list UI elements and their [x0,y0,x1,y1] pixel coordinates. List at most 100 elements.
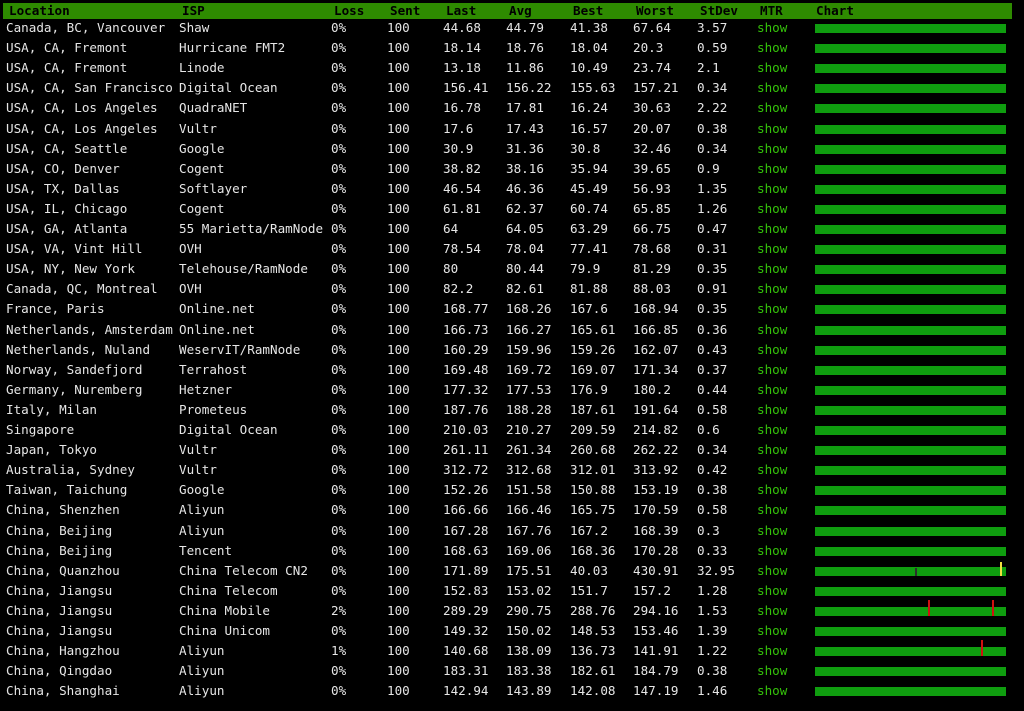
location-cell: China, Hangzhou [6,643,120,659]
loss-cell: 0% [331,422,347,437]
last-cell: 18.14 [443,40,481,56]
best-cell: 151.7 [570,582,608,598]
mtr-show-link[interactable]: show [757,98,787,118]
location-cell: Netherlands, Nuland [6,341,151,357]
mtr-show-link[interactable]: show [757,380,787,400]
isp-cell: Cogent [179,200,225,216]
mtr-show-link[interactable]: show [757,641,787,661]
mtr-show-link[interactable]: show [757,661,787,681]
latency-chart-bar [815,586,1006,596]
loss-cell: 0% [331,100,347,116]
mtr-show-link[interactable]: show [757,139,787,159]
mtr-show-link[interactable]: show [757,159,787,179]
latency-chart-bar [815,385,1006,395]
mtr-show-link[interactable]: show [757,38,787,58]
mtr-show-link[interactable]: show [757,299,787,319]
best-cell: 150.88 [570,482,616,498]
avg-cell: 159.96 [506,341,552,357]
stdev-cell: 0.34 [697,140,728,156]
loss-cell: 0% [331,442,347,458]
mtr-show-link[interactable]: show [757,360,787,380]
avg-cell: 167.76 [506,522,552,538]
avg-cell: 138.09 [506,643,552,659]
mtr-show-link[interactable]: show [757,581,787,601]
mtr-show-link[interactable]: show [757,601,787,621]
loss-cell: 0% [331,502,347,518]
worst-cell: 166.85 [633,321,679,337]
mtr-show-link[interactable]: show [757,219,787,239]
mtr-show-link[interactable]: show [757,521,787,541]
last-cell: 312.72 [443,462,489,478]
stdev-cell: 0.6 [697,422,720,437]
mtr-show-link[interactable]: show [757,340,787,360]
loss-cell: 0% [331,381,347,397]
table-row: Netherlands, Nuland WeservIT/RamNode 0% 100… [0,340,1024,360]
stdev-cell: 1.22 [697,643,728,659]
worst-cell: 147.19 [633,683,679,699]
mtr-show-link[interactable]: show [757,621,787,641]
stdev-cell: 32.95 [697,562,735,578]
location-cell: USA, CA, Fremont [6,40,128,56]
location-cell: USA, VA, Vint Hill [6,241,143,257]
isp-cell: Aliyun [179,502,225,518]
table-row: Norway, Sandefjord Terrahost 0% 100 169.48 16… [0,360,1024,380]
mtr-show-link[interactable]: show [757,18,787,38]
mtr-show-link[interactable]: show [757,480,787,500]
mtr-show-link[interactable]: show [757,500,787,520]
loss-cell: 0% [331,522,347,538]
sent-cell: 100 [387,80,410,96]
mtr-show-link[interactable]: show [757,460,787,480]
mtr-show-link[interactable]: show [757,561,787,581]
loss-cell: 0% [331,401,347,417]
last-cell: 64 [443,221,459,236]
avg-cell: 17.43 [506,120,544,136]
mtr-show-link[interactable]: show [757,681,787,701]
mtr-show-link[interactable]: show [757,199,787,219]
loss-cell: 0% [331,301,347,317]
mtr-show-link[interactable]: show [757,58,787,78]
mtr-show-link[interactable]: show [757,420,787,440]
table-row: USA, TX, Dallas Softlayer 0% 100 46.54 46.36 4… [0,179,1024,199]
mtr-show-link[interactable]: show [757,400,787,420]
mtr-show-link[interactable]: show [757,279,787,299]
mtr-show-link[interactable]: show [757,179,787,199]
stdev-cell: 1.39 [697,623,728,638]
avg-cell: 44.79 [506,20,544,35]
stdev-cell: 0.34 [697,442,728,458]
stdev-cell: 0.9 [697,160,720,176]
mtr-show-link[interactable]: show [757,440,787,460]
sent-cell: 100 [387,301,410,317]
table-row: China, Jiangsu China Telecom 0% 100 152.83 15… [0,581,1024,601]
avg-cell: 38.16 [506,160,544,176]
sent-cell: 100 [387,140,410,156]
isp-cell: China Telecom CN2 [179,562,308,578]
mtr-show-link[interactable]: show [757,320,787,340]
isp-cell: Aliyun [179,643,225,659]
isp-cell: Hetzner [179,381,233,397]
last-cell: 166.73 [443,321,489,337]
best-cell: 155.63 [570,80,616,96]
avg-cell: 150.02 [506,623,552,638]
mtr-show-link[interactable]: show [757,259,787,279]
mtr-show-link[interactable]: show [757,541,787,561]
mtr-show-link[interactable]: show [757,119,787,139]
mtr-show-link[interactable]: show [757,78,787,98]
sent-cell: 100 [387,381,410,397]
mtr-show-link[interactable]: show [757,239,787,259]
best-cell: 18.04 [570,40,608,56]
stdev-cell: 0.47 [697,221,728,236]
table-row: Taiwan, Taichung Google 0% 100 152.26 151.58 1… [0,480,1024,500]
last-cell: 13.18 [443,60,481,76]
worst-cell: 56.93 [633,180,671,196]
loss-cell: 0% [331,321,347,337]
last-cell: 17.6 [443,120,474,136]
latency-chart-bar [815,486,1006,496]
isp-cell: Online.net [179,301,255,317]
avg-cell: 210.27 [506,422,552,437]
table-row: Japan, Tokyo Vultr 0% 100 261.11 261.34 260.68… [0,440,1024,460]
best-cell: 35.94 [570,160,608,176]
isp-cell: Digital Ocean [179,422,278,437]
stdev-cell: 0.58 [697,401,728,417]
isp-cell: Aliyun [179,683,225,699]
stdev-cell: 1.35 [697,180,728,196]
